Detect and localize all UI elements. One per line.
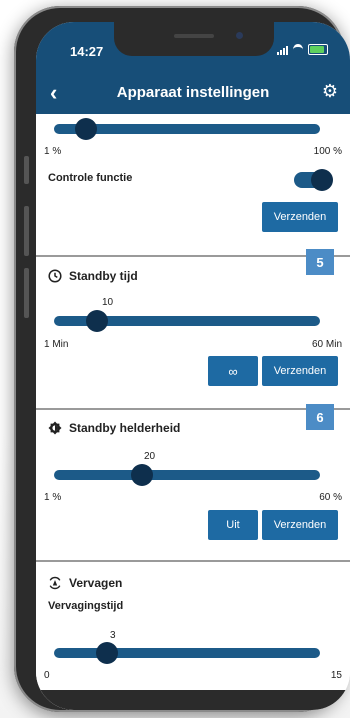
- vervagingstijd-slider-thumb[interactable]: [96, 642, 119, 664]
- standby-tijd-send-button[interactable]: Verzenden: [262, 356, 338, 386]
- standby-tijd-title: Standby tijd: [69, 269, 138, 283]
- brightness-min-label: 1 %: [44, 146, 62, 157]
- wifi-icon: [293, 44, 303, 55]
- section-divider: [36, 255, 350, 257]
- brightness-icon: [48, 421, 62, 435]
- vervagingstijd-value: 3: [110, 630, 116, 641]
- vervagingstijd-min-label: 0: [44, 670, 50, 681]
- vervagen-title: Vervagen: [69, 576, 123, 590]
- fade-icon: [49, 576, 61, 590]
- standby-helderheid-max-label: 60 %: [319, 492, 342, 503]
- settings-content: 1 % 100 % Controle functie Verzenden 5 S…: [36, 114, 350, 710]
- standby-helderheid-off-button[interactable]: Uit: [208, 510, 258, 540]
- brightness-slider-thumb[interactable]: [74, 118, 97, 140]
- standby-helderheid-title: Standby helderheid: [69, 421, 181, 435]
- controle-label: Controle functie: [48, 172, 133, 184]
- standby-helderheid-slider[interactable]: [54, 464, 320, 486]
- phone-frame: 14:27 ‹ Apparaat instellingen ⚙ 1 % 100 …: [14, 6, 350, 712]
- brightness-max-label: 100 %: [313, 146, 342, 157]
- status-time: 14:27: [70, 44, 104, 59]
- notch: [114, 22, 274, 56]
- standby-tijd-min-label: 1 Min: [44, 339, 69, 350]
- standby-helderheid-send-button[interactable]: Verzenden: [262, 510, 338, 540]
- standby-tijd-header: Standby tijd: [48, 269, 138, 283]
- screen: 14:27 ‹ Apparaat instellingen ⚙ 1 % 100 …: [36, 22, 350, 710]
- signal-icon: [277, 45, 288, 55]
- standby-tijd-slider-thumb[interactable]: [85, 310, 108, 332]
- section-divider: [36, 560, 350, 562]
- speaker: [174, 34, 214, 38]
- standby-tijd-slider[interactable]: [54, 310, 320, 332]
- battery-icon: [308, 44, 328, 55]
- standby-tijd-value: 10: [102, 297, 114, 308]
- vervagen-header: Vervagen: [48, 576, 122, 590]
- vervagingstijd-max-label: 15: [330, 670, 342, 681]
- front-camera: [236, 32, 243, 39]
- standby-tijd-infinity-button[interactable]: ∞: [208, 356, 258, 386]
- vervagingstijd-label: Vervagingstijd: [48, 600, 124, 612]
- standby-tijd-max-label: 60 Min: [311, 339, 342, 350]
- standby-helderheid-min-label: 1 %: [44, 492, 62, 503]
- standby-helderheid-value: 20: [144, 451, 156, 462]
- nav-bar: ‹ Apparaat instellingen ⚙: [36, 72, 350, 114]
- standby-helderheid-slider-thumb[interactable]: [130, 464, 153, 486]
- brightness-slider[interactable]: [54, 118, 320, 140]
- volume-up-button: [24, 206, 29, 256]
- system-icons: [277, 44, 328, 55]
- page-title: Apparaat instellingen: [116, 84, 270, 101]
- phone-bezel-bottom: [36, 690, 350, 710]
- controle-send-button[interactable]: Verzenden: [262, 202, 338, 232]
- standby-helderheid-header: Standby helderheid: [48, 421, 180, 435]
- controle-toggle-knob[interactable]: [311, 169, 333, 191]
- gear-icon[interactable]: ⚙: [322, 81, 338, 102]
- volume-down-button: [24, 268, 29, 318]
- status-bar: 14:27: [36, 22, 350, 72]
- section-divider: [36, 408, 350, 410]
- vervagingstijd-slider[interactable]: [54, 642, 320, 664]
- callout-badge-6: 6: [306, 404, 334, 430]
- callout-badge-5: 5: [306, 249, 334, 275]
- clock-icon: [48, 269, 62, 283]
- controle-toggle[interactable]: [294, 169, 333, 191]
- mute-switch: [24, 156, 29, 184]
